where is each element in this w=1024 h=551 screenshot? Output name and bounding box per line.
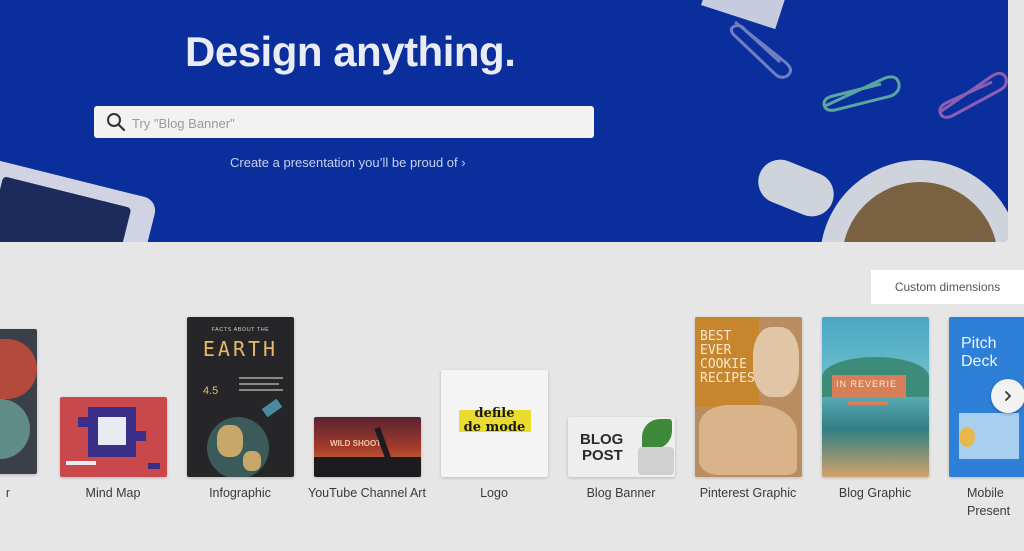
- template-label: Mobile Present: [945, 484, 1024, 520]
- coffee-cup-decoration: [820, 160, 1008, 242]
- template-thumbnail: BEST EVER COOKIE RECIPES: [695, 317, 802, 477]
- search-icon: [107, 113, 126, 132]
- hero-banner: Design anything. Create a presentation y…: [0, 0, 1008, 242]
- thumb-line: BEST: [700, 329, 732, 344]
- page-headline: Design anything.: [185, 28, 516, 75]
- template-label: Blog Banner: [586, 486, 656, 500]
- thumb-line: EVER: [700, 343, 732, 358]
- template-label: Infographic: [209, 486, 271, 500]
- template-label-text: Mobile Present: [967, 486, 1011, 518]
- template-thumbnail: [0, 329, 37, 474]
- template-thumbnail: defile de mode: [441, 370, 548, 477]
- thumb-line1: Pitch: [961, 335, 997, 352]
- thumb-text: WILD SHOOT: [330, 439, 382, 448]
- template-thumbnail: BLOG POST: [568, 417, 675, 477]
- search-input[interactable]: [130, 106, 574, 140]
- thumb-line2: Deck: [961, 353, 998, 370]
- thumb-line1: defile: [474, 406, 515, 421]
- thumb-line2: POST: [582, 447, 623, 464]
- thumb-line: COOKIE: [700, 357, 747, 372]
- template-label: Logo: [480, 486, 508, 500]
- thumb-line1: BLOG: [580, 431, 624, 448]
- thumb-line2: de mode: [463, 420, 526, 435]
- thumb-top-text: FACTS ABOUT THE: [211, 327, 270, 333]
- search-bar[interactable]: [94, 106, 594, 140]
- cup-handle-decoration: [751, 152, 841, 224]
- template-thumbnail: FACTS ABOUT THE EARTH 4.5: [187, 317, 294, 477]
- thumb-line: RECIPES: [700, 371, 755, 386]
- template-label: Mind Map: [85, 486, 141, 500]
- template-thumbnail: [60, 397, 167, 477]
- template-thumbnail: IN REVERIE: [822, 317, 929, 477]
- template-label: Pinterest Graphic: [699, 486, 797, 500]
- template-label: YouTube Channel Art: [308, 486, 426, 500]
- template-thumbnail: WILD SHOOT: [314, 417, 421, 477]
- create-presentation-link[interactable]: Create a presentation you’ll be proud of…: [230, 155, 466, 170]
- custom-dimensions-button[interactable]: Custom dimensions: [871, 270, 1024, 304]
- thumb-number: 4.5: [203, 385, 219, 397]
- template-label: Blog Graphic: [838, 486, 912, 500]
- thumb-text: IN REVERIE: [836, 379, 898, 389]
- chevron-right-icon: [1005, 391, 1011, 401]
- tablet-decoration: [0, 154, 159, 242]
- paperclip-decoration: [822, 75, 901, 112]
- thumb-title: EARTH: [202, 337, 279, 361]
- paperclip-decoration: [938, 71, 1008, 119]
- carousel-next-button[interactable]: [991, 379, 1024, 413]
